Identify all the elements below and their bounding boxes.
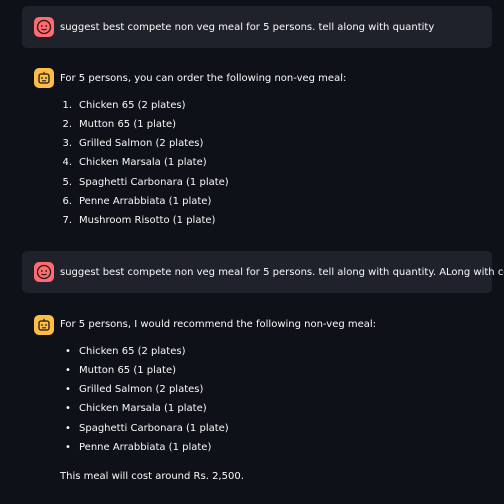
- assistant-message: For 5 persons, you can order the followi…: [22, 66, 492, 236]
- user-face-icon: [36, 264, 52, 280]
- assistant-message-intro: For 5 persons, I would recommend the fol…: [60, 319, 377, 330]
- assistant-avatar: [34, 68, 54, 88]
- user-avatar: [34, 262, 54, 282]
- user-message: suggest best compete non veg meal for 5 …: [22, 6, 492, 48]
- assistant-message: For 5 persons, I would recommend the fol…: [22, 312, 492, 492]
- assistant-message-intro: For 5 persons, you can order the followi…: [60, 73, 347, 84]
- user-message-text: suggest best compete non veg meal for 5 …: [60, 22, 435, 33]
- bot-face-icon: [38, 318, 50, 331]
- user-message: suggest best compete non veg meal for 5 …: [22, 251, 504, 293]
- assistant-message-footer: This meal will cost around Rs. 2,500.: [60, 471, 244, 482]
- user-avatar: [34, 17, 54, 37]
- user-face-icon: [36, 19, 52, 35]
- user-message-text: suggest best compete non veg meal for 5 …: [60, 267, 504, 278]
- bot-face-icon: [38, 71, 50, 84]
- assistant-avatar: [34, 315, 54, 335]
